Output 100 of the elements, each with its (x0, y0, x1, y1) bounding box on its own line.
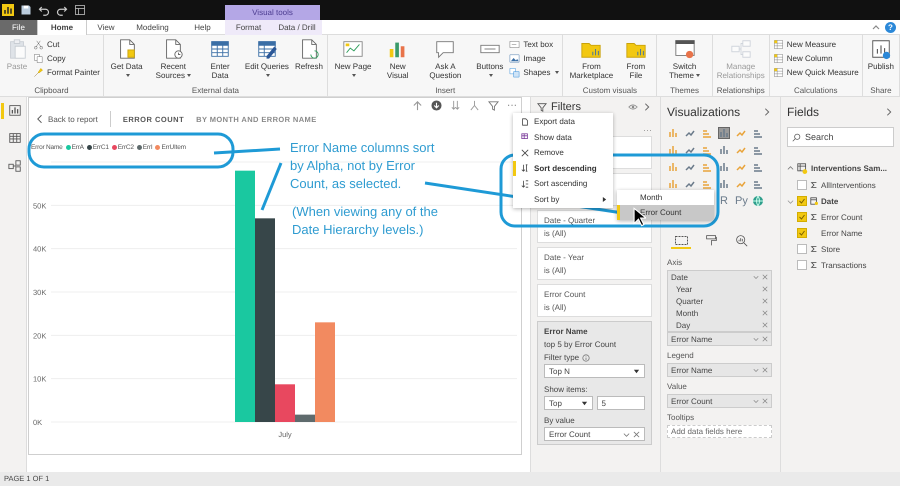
ribbon-button[interactable]: From File (618, 37, 654, 85)
filter-type-dropdown[interactable]: Top N (544, 364, 645, 378)
chevron-down-icon[interactable] (753, 367, 759, 373)
globe-icon[interactable] (752, 195, 764, 207)
ribbon-button[interactable]: Copy (33, 52, 100, 65)
save-icon[interactable] (20, 4, 32, 16)
ribbon-tab[interactable]: Help (180, 20, 225, 35)
chevron-right-icon[interactable] (762, 107, 772, 117)
show-items-dropdown[interactable]: Top (544, 396, 592, 410)
ribbon-button[interactable]: Recent Sources (148, 37, 198, 85)
visual-type-icon[interactable] (667, 127, 679, 139)
drop-zone[interactable]: Add data fields here (667, 425, 772, 438)
chevron-down-icon[interactable] (753, 398, 759, 404)
menu-item[interactable]: Sort ascending (513, 176, 613, 192)
ribbon-button[interactable]: Publish (866, 37, 896, 85)
chevron-down-icon[interactable] (753, 274, 759, 280)
help-icon[interactable]: ? (885, 22, 896, 32)
undo-icon[interactable] (38, 4, 50, 16)
close-icon[interactable] (762, 322, 768, 328)
filter-field-name[interactable]: Date - Year (544, 251, 645, 264)
filter-field-name[interactable]: Error Count (544, 288, 645, 301)
field-name[interactable]: Store (821, 244, 840, 254)
close-icon[interactable] (762, 310, 768, 316)
ribbon-tab[interactable]: Home (37, 20, 87, 35)
ribbon-button[interactable]: Image (509, 52, 560, 65)
table-name[interactable]: Interventions Sam... (811, 164, 888, 172)
ribbon-button[interactable]: New Column (772, 52, 859, 65)
menu-item[interactable]: Month (617, 190, 714, 205)
ribbon-button[interactable]: Buttons (472, 37, 508, 85)
menu-item[interactable]: Remove (513, 145, 613, 160)
visual-type-icon[interactable] (718, 161, 730, 173)
close-icon[interactable] (762, 274, 768, 280)
chart-bar[interactable] (295, 414, 315, 422)
field-name[interactable]: Error Count (821, 212, 862, 222)
ribbon-button[interactable]: Shapes (509, 66, 560, 79)
chevron-up-icon[interactable] (787, 164, 794, 172)
visual-type-icon[interactable] (667, 144, 679, 156)
ribbon-tab[interactable]: View (87, 20, 125, 35)
ribbon-button[interactable]: From Marketplace (566, 37, 616, 85)
ribbon-button[interactable]: New Visual (377, 37, 418, 85)
ribbon-button[interactable]: New Page (330, 37, 376, 85)
back-to-report-link[interactable]: Back to report (37, 114, 98, 124)
filter-icon[interactable] (488, 100, 499, 110)
visual-type-button[interactable]: Py (735, 195, 747, 207)
ribbon-tab[interactable]: Format (225, 20, 272, 35)
ribbon-tab[interactable]: Data / Drill (272, 20, 322, 35)
close-icon[interactable] (633, 430, 640, 438)
window-icon[interactable] (74, 4, 86, 16)
ribbon-button[interactable]: Format Painter (33, 66, 100, 79)
checkbox[interactable] (797, 244, 807, 254)
ribbon-button[interactable]: New Measure (772, 38, 859, 51)
checkbox[interactable] (797, 260, 807, 270)
chevron-down-icon[interactable] (787, 198, 794, 204)
ribbon-tab[interactable]: File (0, 20, 37, 35)
ribbon-button[interactable]: Edit Queries (242, 37, 292, 85)
double-arrow-down-icon[interactable] (450, 100, 461, 110)
field-name[interactable]: Error Name (821, 228, 862, 238)
menu-item[interactable]: Sort descending (513, 160, 613, 176)
ribbon-button[interactable]: Get Data (106, 37, 146, 85)
item-count-field[interactable]: 5 (596, 396, 645, 410)
arrow-up-icon[interactable] (412, 100, 423, 110)
info-icon[interactable] (582, 354, 590, 362)
more-options-button[interactable]: ··· (507, 100, 517, 110)
visual-type-icon[interactable] (718, 127, 730, 139)
menu-item[interactable]: Export data (513, 114, 613, 130)
close-icon[interactable] (762, 367, 768, 373)
field-name[interactable]: Transactions (821, 260, 866, 270)
close-icon[interactable] (762, 286, 768, 292)
well-field[interactable]: Date (671, 272, 688, 282)
search-field[interactable]: Search (805, 132, 885, 142)
close-icon[interactable] (762, 336, 768, 342)
chevron-right-icon[interactable] (884, 107, 894, 117)
checkbox[interactable] (797, 196, 807, 206)
field-name[interactable]: AllInterventions (821, 180, 876, 190)
fork-icon[interactable] (469, 100, 480, 110)
visual-type-icon[interactable] (667, 161, 679, 173)
menu-item[interactable]: Sort by (513, 192, 613, 207)
arrow-down-circle-icon[interactable] (431, 100, 442, 110)
menu-item[interactable]: Show data (513, 130, 613, 145)
visual-type-button[interactable]: R (718, 195, 730, 207)
visual-type-icon[interactable] (718, 144, 730, 156)
pane-tab[interactable] (671, 234, 691, 249)
ribbon-button[interactable]: Enter Data (200, 37, 240, 85)
field-name[interactable]: Date (821, 196, 838, 206)
close-icon[interactable] (762, 398, 768, 404)
eye-icon[interactable] (628, 102, 638, 112)
close-icon[interactable] (762, 298, 768, 304)
ribbon-button[interactable]: Refresh (294, 37, 324, 85)
checkbox[interactable] (797, 228, 807, 238)
ribbon-button[interactable]: Cut (33, 38, 100, 51)
by-value-field[interactable]: Error Count (544, 427, 645, 441)
checkbox[interactable] (797, 212, 807, 222)
filter-field-name[interactable]: Error Name (544, 325, 645, 338)
visual-type-icon[interactable] (718, 178, 730, 190)
chevron-down-icon[interactable] (753, 336, 759, 342)
ribbon-button[interactable]: Switch Theme (660, 37, 709, 85)
chevron-right-icon[interactable] (642, 102, 652, 112)
ribbon-button[interactable]: New Quick Measure (772, 66, 859, 79)
ribbon-tab[interactable]: Modeling (125, 20, 180, 35)
visual-type-icon[interactable] (667, 178, 679, 190)
